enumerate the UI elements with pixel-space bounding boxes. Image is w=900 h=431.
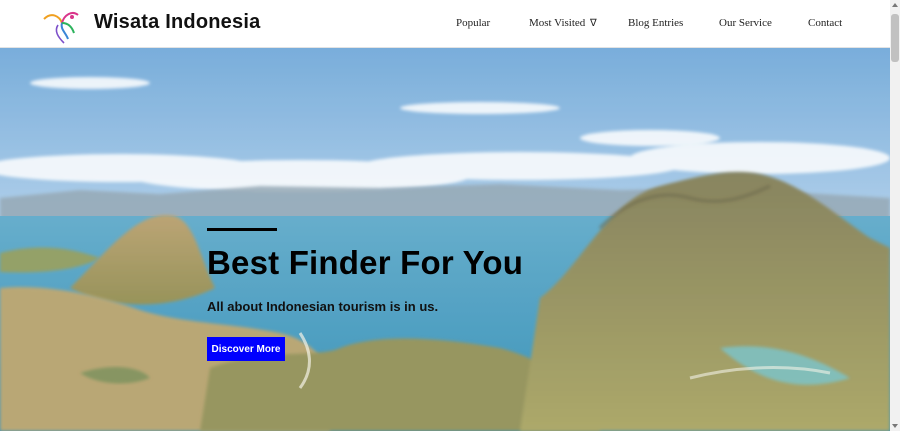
hero-title: Best Finder For You bbox=[207, 244, 524, 281]
scrollbar-thumb[interactable] bbox=[891, 14, 899, 62]
nav-contact[interactable]: Contact bbox=[808, 17, 842, 29]
discover-more-button[interactable]: Discover More bbox=[207, 337, 285, 361]
top-navbar: Wisata Indonesia Popular Most Visited ∇ … bbox=[0, 0, 890, 48]
nav-our-service[interactable]: Our Service bbox=[719, 17, 772, 29]
dropdown-caret-icon: ∇ bbox=[590, 18, 597, 29]
page-scrollbar[interactable] bbox=[890, 0, 900, 431]
scroll-up-arrow-icon[interactable] bbox=[892, 3, 898, 7]
bird-logo-icon[interactable] bbox=[38, 7, 84, 45]
nav-contact-label: Contact bbox=[808, 17, 843, 29]
brand-name[interactable]: Wisata Indonesia bbox=[94, 11, 260, 34]
scroll-down-arrow-icon[interactable] bbox=[892, 424, 898, 428]
nav-most-visited-label: Most Visited bbox=[529, 17, 586, 29]
nav-popular[interactable]: Popular bbox=[456, 17, 490, 29]
nav-blog-entries[interactable]: Blog Entries bbox=[628, 17, 683, 29]
island-landscape-photo bbox=[0, 48, 890, 431]
nav-most-visited[interactable]: Most Visited ∇ bbox=[529, 17, 597, 29]
nav-popular-label: Popular bbox=[456, 17, 491, 29]
nav-our-service-label: Our Service bbox=[719, 17, 772, 29]
title-accent-line bbox=[207, 228, 277, 231]
hero-section: Best Finder For You All about Indonesian… bbox=[0, 48, 890, 431]
hero-subtitle: All about Indonesian tourism is in us. bbox=[207, 299, 439, 314]
nav-blog-entries-label: Blog Entries bbox=[628, 17, 684, 29]
